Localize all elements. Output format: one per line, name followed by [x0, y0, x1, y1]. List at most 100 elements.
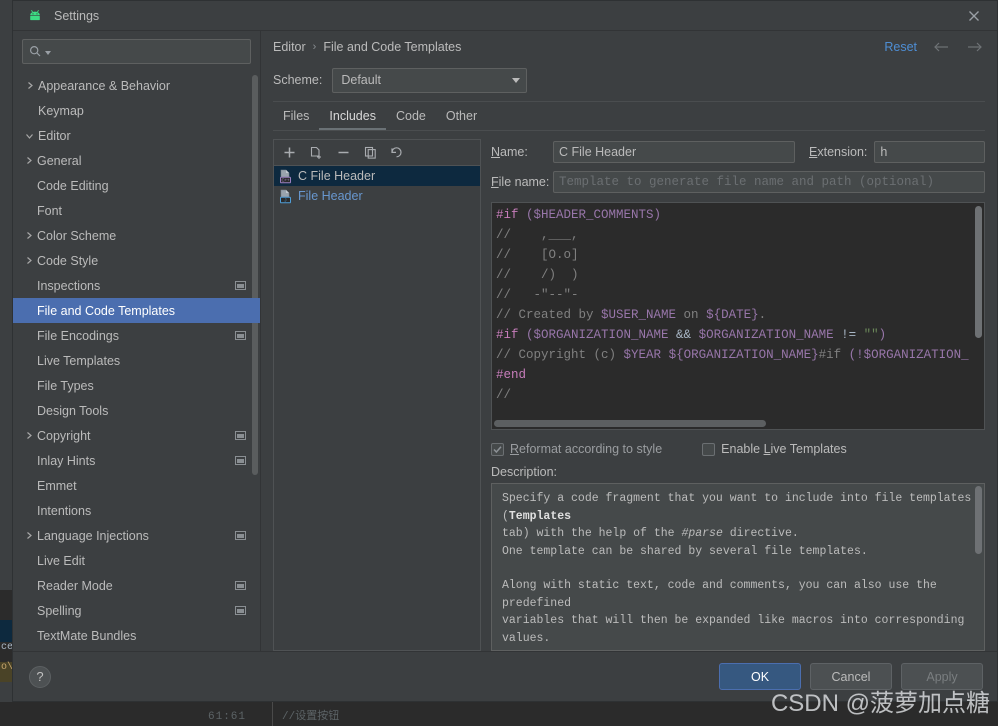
sidebar-item-code-editing[interactable]: Code Editing	[13, 173, 260, 198]
undo-icon[interactable]	[388, 144, 406, 162]
sidebar-item-editor[interactable]: Editor	[13, 123, 260, 148]
template-code-editor[interactable]: #if ($HEADER_COMMENTS) // ,___, // [O.o] //…	[491, 202, 985, 430]
filename-input[interactable]	[553, 171, 985, 193]
ide-status-bar	[0, 702, 998, 726]
name-row: Name: Extension:	[491, 139, 985, 165]
chevron-right-icon[interactable]	[22, 156, 35, 165]
settings-tree: Appearance & Behavior Keymap Editor General…	[13, 71, 260, 651]
sidebar-item-emmet[interactable]: Emmet	[13, 473, 260, 498]
svg-text:C++: C++	[281, 177, 290, 182]
code-line: // Copyright (c) $YEAR ${ORGANIZATION_NA…	[496, 345, 984, 365]
description-box: Specify a code fragment that you want to…	[491, 483, 985, 651]
chevron-right-icon[interactable]	[23, 81, 36, 90]
chevron-right-icon[interactable]	[22, 531, 35, 540]
arrow-right-icon[interactable]	[966, 41, 983, 53]
sidebar-item-file-types[interactable]: File Types	[13, 373, 260, 398]
description-line-2: tab) with the help of the #parse directi…	[502, 525, 974, 543]
scheme-row: Scheme: Default	[261, 63, 997, 97]
code-token: // [O.o]	[496, 248, 579, 262]
code-token: $YEAR	[623, 348, 662, 362]
sidebar-item-appearance-behavior[interactable]: Appearance & Behavior	[13, 73, 260, 98]
settings-sync-badge-icon	[235, 281, 246, 290]
copy-icon[interactable]	[361, 144, 379, 162]
code-token: // ,___,	[496, 228, 579, 242]
sidebar-item-code-style[interactable]: Code Style	[13, 248, 260, 273]
chevron-right-icon[interactable]	[22, 256, 35, 265]
settings-sync-badge-icon	[235, 606, 246, 615]
file-add-icon[interactable]	[307, 144, 325, 162]
sidebar-item-intentions[interactable]: Intentions	[13, 498, 260, 523]
settings-sync-badge-icon	[235, 581, 246, 590]
settings-content: Editor › File and Code Templates Reset S…	[261, 31, 997, 651]
tab-other[interactable]: Other	[436, 104, 487, 130]
sidebar-item-label: Reader Mode	[37, 578, 113, 593]
sidebar-item-label: Font	[37, 203, 63, 218]
sidebar-item-copyright[interactable]: Copyright	[13, 423, 260, 448]
sidebar-item-design-tools[interactable]: Design Tools	[13, 398, 260, 423]
chevron-right-icon[interactable]	[22, 231, 35, 240]
chevron-right-icon[interactable]	[22, 431, 35, 440]
tab-code[interactable]: Code	[386, 104, 436, 130]
sidebar-item-language-injections[interactable]: Language Injections	[13, 523, 260, 548]
help-button[interactable]: ?	[29, 665, 51, 688]
code-token: #if	[818, 348, 842, 362]
bg-editor-fragment	[0, 590, 12, 620]
template-list-item[interactable]: J File Header	[274, 186, 480, 206]
tab-label: Code	[395, 109, 426, 123]
live-templates-checkbox[interactable]	[702, 442, 716, 456]
template-items: C++ C File Header J File Header	[274, 166, 480, 650]
settings-sync-badge-icon	[235, 456, 246, 465]
sidebar-item-label: Design Tools	[37, 403, 109, 418]
search-box[interactable]	[22, 39, 251, 64]
sidebar-item-inspections[interactable]: Inspections	[13, 273, 260, 298]
search-input[interactable]	[55, 43, 244, 60]
sidebar-item-label: Spelling	[37, 603, 82, 618]
template-list-item[interactable]: C++ C File Header	[274, 166, 480, 186]
sidebar-item-color-scheme[interactable]: Color Scheme	[13, 223, 260, 248]
tab-files[interactable]: Files	[273, 104, 319, 130]
search-dropdown-caret[interactable]	[45, 51, 51, 55]
editor-vertical-scrollbar[interactable]	[975, 206, 982, 338]
chevron-down-icon[interactable]	[23, 132, 36, 140]
sidebar-item-reader-mode[interactable]: Reader Mode	[13, 573, 260, 598]
close-icon[interactable]	[951, 1, 997, 31]
editor-horizontal-scrollbar[interactable]	[494, 420, 766, 427]
extension-label: Extension:	[809, 145, 868, 159]
sidebar-item-spelling[interactable]: Spelling	[13, 598, 260, 623]
description-scrollbar[interactable]	[975, 486, 982, 554]
extension-input[interactable]	[874, 141, 985, 163]
tab-label: Files	[283, 109, 310, 123]
minus-icon[interactable]	[334, 144, 352, 162]
ok-button[interactable]: OK	[719, 663, 801, 690]
arrow-left-icon[interactable]	[933, 41, 950, 53]
sidebar-item-keymap[interactable]: Keymap	[13, 98, 260, 123]
sidebar-item-inlay-hints[interactable]: Inlay Hints	[13, 448, 260, 473]
breadcrumb-parent[interactable]: Editor	[273, 40, 306, 54]
template-detail-panel: Name: Extension: File name: #if ($HEADER…	[481, 139, 985, 651]
plus-icon[interactable]	[280, 144, 298, 162]
dialog-titlebar: Settings	[13, 1, 997, 31]
apply-button[interactable]: Apply	[901, 663, 983, 690]
reset-link[interactable]: Reset	[884, 40, 917, 54]
sidebar-item-live-templates[interactable]: Live Templates	[13, 348, 260, 373]
sidebar-item-textmate-bundles[interactable]: TextMate Bundles	[13, 623, 260, 648]
desc-seg-1: Specify a code fragment that you want to…	[502, 492, 972, 523]
description-line-5: variables that will then be expanded lik…	[502, 614, 965, 645]
name-label: Name:	[491, 145, 528, 159]
sidebar-item-font[interactable]: Font	[13, 198, 260, 223]
cancel-button[interactable]: Cancel	[810, 663, 892, 690]
sidebar-item-todo[interactable]: TODO	[13, 648, 260, 651]
chevron-down-icon	[512, 77, 521, 83]
sidebar-item-file-and-code-templates[interactable]: File and Code Templates	[13, 298, 260, 323]
main-split: C++ C File Header J File Header Name: Exten…	[261, 131, 997, 651]
code-token: on	[676, 308, 707, 322]
sidebar-item-live-edit[interactable]: Live Edit	[13, 548, 260, 573]
tab-includes[interactable]: Includes	[319, 104, 386, 130]
name-input[interactable]	[553, 141, 795, 163]
breadcrumb: Editor › File and Code Templates Reset	[261, 31, 997, 63]
reformat-checkbox[interactable]	[491, 442, 504, 456]
sidebar-item-general[interactable]: General	[13, 148, 260, 173]
sidebar-item-file-encodings[interactable]: File Encodings	[13, 323, 260, 348]
scheme-select[interactable]: Default	[332, 67, 528, 93]
